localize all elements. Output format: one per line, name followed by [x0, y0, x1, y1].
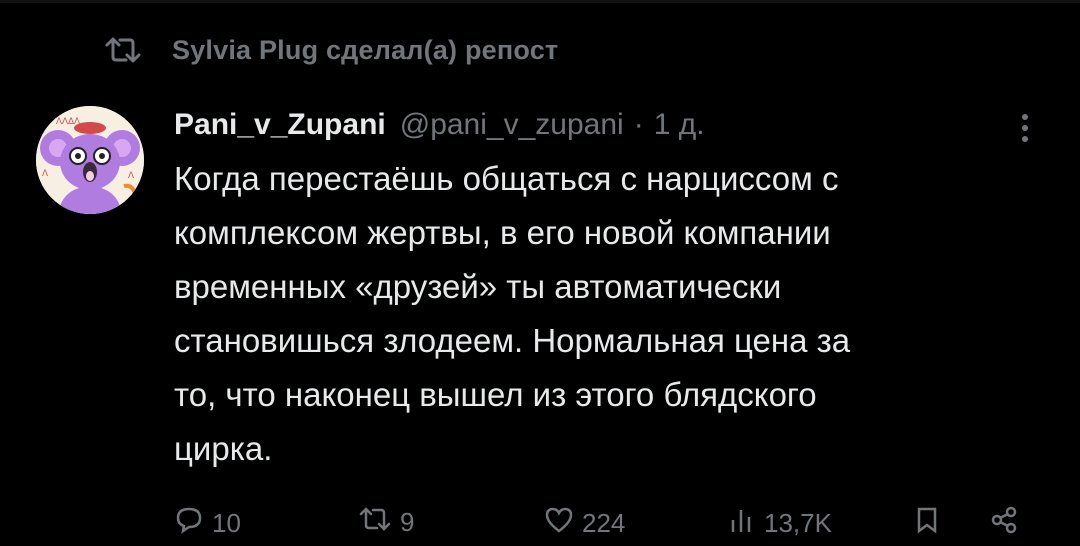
top-divider	[0, 0, 1080, 3]
views-chart-icon	[728, 506, 756, 541]
heart-icon	[544, 506, 574, 541]
tweet-text-line: то, что наконец вышел из этого блядского	[174, 376, 817, 413]
bookmark-button[interactable]	[914, 506, 940, 541]
tweet-text-line: цирка.	[174, 430, 273, 467]
tweet-header: Pani_v_Zupani @pani_v_zupani · 1 д.	[174, 102, 1020, 148]
tweet-text-line: Когда перестаёшь общаться с нарциссом с	[174, 160, 839, 197]
timestamp[interactable]: 1 д.	[654, 108, 705, 142]
views-button[interactable]: 13,7K	[728, 506, 832, 541]
author-name[interactable]: Pani_v_Zupani	[174, 108, 386, 142]
avatar[interactable]: ΛΛΔΛ Λ Λ	[36, 106, 144, 214]
repost-button[interactable]: 9	[358, 506, 414, 539]
tweet-text-line: временных «друзей» ты автоматически	[174, 268, 782, 305]
repost-label: Sylvia Plug сделал(а) репост	[172, 34, 559, 65]
svg-text:ΛΛΔΛ: ΛΛΔΛ	[56, 116, 80, 126]
author-handle[interactable]: @pani_v_zupani	[400, 108, 624, 142]
more-options-button[interactable]	[1010, 110, 1040, 150]
more-vertical-icon	[1021, 113, 1029, 148]
like-button[interactable]: 224	[544, 506, 625, 541]
reply-count: 10	[212, 508, 241, 538]
share-button[interactable]	[990, 506, 1018, 541]
svg-text:Λ: Λ	[42, 168, 48, 178]
share-icon	[990, 506, 1018, 541]
reply-icon	[174, 506, 204, 541]
svg-text:Λ: Λ	[128, 170, 134, 180]
repost-indicator[interactable]: Sylvia Plug сделал(а) репост	[104, 30, 558, 70]
tweet-text-line: становишься злодеем. Нормальная цена за	[174, 322, 851, 359]
repost-icon	[104, 35, 146, 65]
like-count: 224	[582, 508, 626, 538]
tweet-text-line: комплексом жертвы, в его новой компании	[174, 214, 831, 251]
repost-count: 9	[400, 507, 415, 537]
separator: ·	[633, 108, 644, 141]
bookmark-icon	[914, 506, 940, 541]
tweet-text: Когда перестаёшь общаться с нарциссом с …	[174, 152, 1044, 476]
repost-action-icon	[358, 506, 392, 539]
views-count: 13,7K	[764, 508, 832, 538]
tweet-actions: 10 9 224 13,7K	[174, 506, 1040, 546]
reply-button[interactable]: 10	[174, 506, 241, 541]
